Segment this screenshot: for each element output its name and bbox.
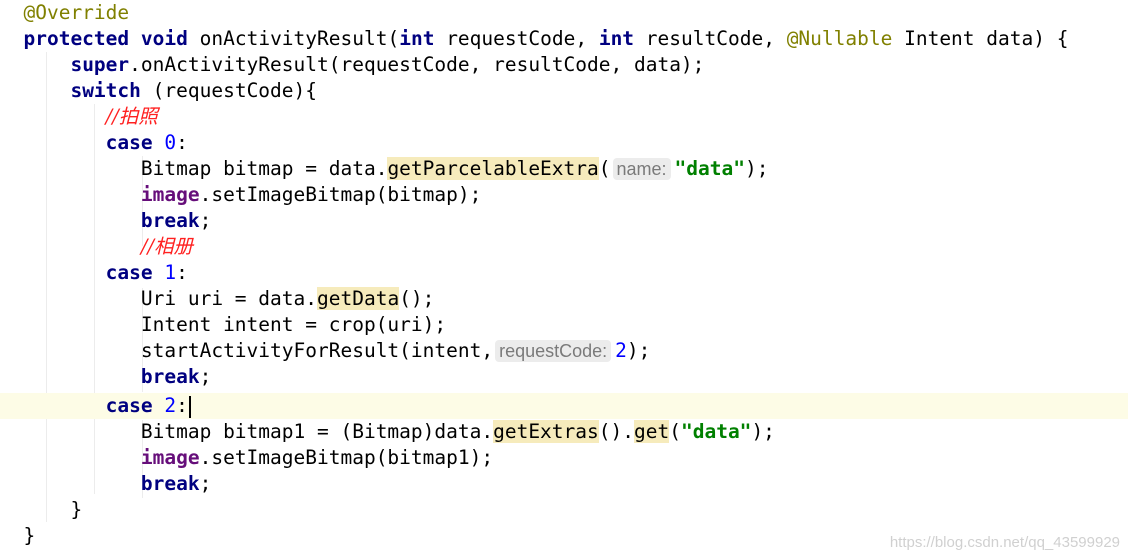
code-line-17[interactable]: Bitmap bitmap1 = (Bitmap)data.getExtras(…: [0, 419, 1128, 445]
closing-brace: }: [70, 498, 83, 521]
code-line-6[interactable]: case 0:: [0, 130, 1128, 156]
closing-brace: }: [23, 524, 36, 547]
close-paren: );: [745, 157, 769, 180]
colon: :: [176, 261, 188, 284]
colon: :: [176, 131, 188, 154]
intent-declaration: Intent intent = crop(uri);: [140, 313, 447, 336]
start-activity-call: startActivityForResult(intent,: [140, 339, 494, 362]
open-paren: (: [669, 420, 681, 443]
chain-dot: ().: [598, 420, 634, 443]
keyword-int: int: [399, 27, 435, 50]
code-line-18[interactable]: image.setImageBitmap(bitmap1);: [0, 445, 1128, 471]
keyword-case: case: [105, 131, 153, 154]
semicolon: ;: [199, 472, 212, 495]
semicolon: ;: [199, 365, 212, 388]
uri-declaration: Uri uri = data.: [140, 287, 317, 310]
code-line-4[interactable]: switch (requestCode){: [0, 78, 1128, 104]
code-line-3[interactable]: super.onActivityResult(requestCode, resu…: [0, 52, 1128, 78]
method-get-parcelable-extra: getParcelableExtra: [387, 157, 599, 180]
code-line-15[interactable]: break;: [0, 364, 1128, 390]
code-line-10[interactable]: //相册: [0, 234, 1128, 260]
comment-album: //相册: [140, 235, 194, 258]
code-line-2[interactable]: protected void onActivityResult(int requ…: [0, 26, 1128, 52]
request-code-number: 2: [615, 339, 627, 362]
param-request-code: requestCode,: [434, 27, 599, 50]
code-line-5[interactable]: //拍照: [0, 104, 1128, 130]
code-line-20[interactable]: }: [0, 497, 1128, 523]
case-number: 2: [164, 394, 177, 417]
semicolon: ;: [199, 209, 212, 232]
comment-photo: //拍照: [105, 105, 158, 128]
keyword-super: super: [70, 53, 130, 76]
field-image: image: [140, 183, 200, 206]
code-line-1[interactable]: @Override: [0, 0, 1128, 26]
keyword-int: int: [598, 27, 635, 50]
code-line-7[interactable]: Bitmap bitmap = data.getParcelableExtra(…: [0, 156, 1128, 182]
string-literal: "data": [680, 420, 752, 443]
super-call: .onActivityResult(requestCode, resultCod…: [129, 53, 705, 76]
close-paren: );: [626, 339, 651, 362]
keyword-case: case: [105, 394, 153, 417]
watermark-text: https://blog.csdn.net/qq_43599929: [889, 534, 1120, 551]
text-caret: [188, 395, 191, 418]
set-image-bitmap-call: .setImageBitmap(bitmap1);: [199, 446, 494, 469]
bitmap-declaration: Bitmap bitmap = data.: [140, 157, 388, 180]
keyword-break: break: [140, 365, 200, 388]
switch-expression: (requestCode){: [140, 79, 318, 102]
code-line-8[interactable]: image.setImageBitmap(bitmap);: [0, 182, 1128, 208]
code-line-12[interactable]: Uri uri = data.getData();: [0, 286, 1128, 312]
parameter-hint-request-code: requestCode:: [495, 340, 612, 362]
code-line-13[interactable]: Intent intent = crop(uri);: [0, 312, 1128, 338]
keyword-break: break: [140, 209, 200, 232]
method-get-extras: getExtras: [493, 420, 599, 443]
param-intent-data: Intent data) {: [892, 27, 1069, 50]
colon: :: [176, 394, 188, 417]
keyword-break: break: [140, 472, 200, 495]
case-number: 0: [164, 131, 177, 154]
code-editor[interactable]: @Override protected void onActivityResul…: [0, 0, 1128, 559]
nullable-annotation: @Nullable: [786, 27, 893, 50]
bitmap1-declaration: Bitmap bitmap1 = (Bitmap)data.: [140, 420, 494, 443]
method-get-data: getData: [317, 287, 400, 310]
set-image-bitmap-call: .setImageBitmap(bitmap);: [199, 183, 482, 206]
open-paren: (: [598, 157, 611, 180]
case-number: 1: [164, 261, 177, 284]
param-result-code: resultCode,: [634, 27, 787, 50]
code-line-11[interactable]: case 1:: [0, 260, 1128, 286]
string-literal: "data": [674, 157, 745, 180]
close-paren: );: [751, 420, 775, 443]
override-annotation: @Override: [23, 1, 130, 24]
method-get: get: [634, 420, 670, 443]
call-end: ();: [399, 287, 435, 310]
parameter-hint-name: name:: [612, 158, 671, 180]
code-line-16-current[interactable]: case 2:: [0, 393, 1128, 419]
keyword-switch: switch: [70, 79, 141, 102]
code-line-19[interactable]: break;: [0, 471, 1128, 497]
code-line-9[interactable]: break;: [0, 208, 1128, 234]
keyword-case: case: [105, 261, 153, 284]
keyword-protected: protected: [23, 27, 130, 50]
field-image: image: [140, 446, 200, 469]
code-line-14[interactable]: startActivityForResult(intent, requestCod…: [0, 338, 1128, 364]
keyword-void: void: [140, 27, 188, 50]
method-signature: onActivityResult(: [199, 27, 400, 50]
